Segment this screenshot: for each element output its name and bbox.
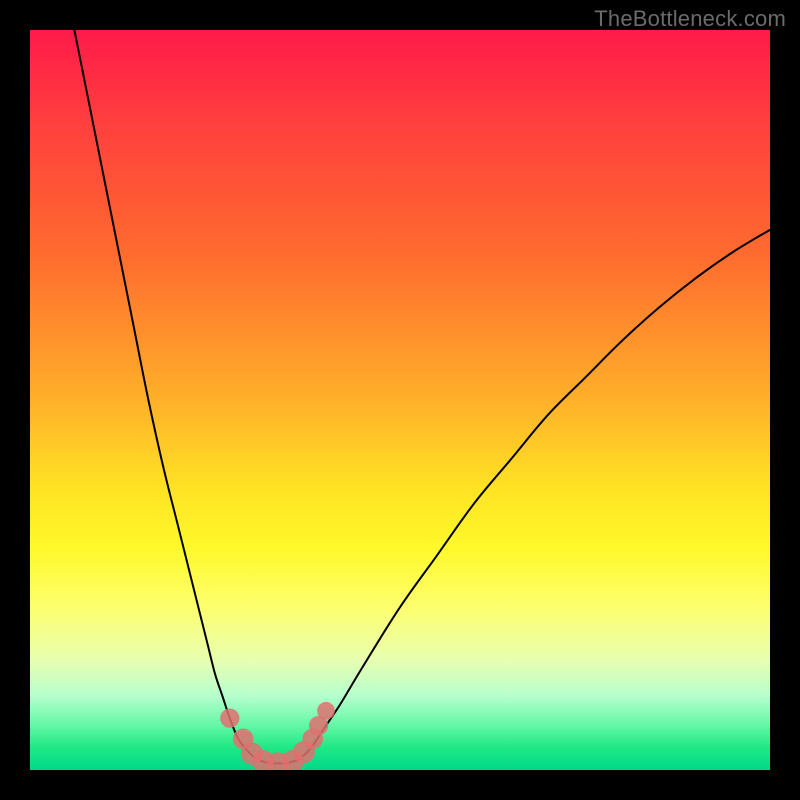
- chart-plot-area: [30, 30, 770, 770]
- chart-marker: [317, 702, 335, 720]
- chart-series-right-branch: [296, 230, 770, 761]
- chart-frame: TheBottleneck.com: [0, 0, 800, 800]
- watermark-text: TheBottleneck.com: [594, 6, 786, 32]
- chart-series-left-branch: [74, 30, 259, 760]
- chart-marker: [220, 709, 239, 728]
- chart-svg: [30, 30, 770, 770]
- chart-lines: [74, 30, 770, 763]
- chart-markers: [220, 702, 335, 770]
